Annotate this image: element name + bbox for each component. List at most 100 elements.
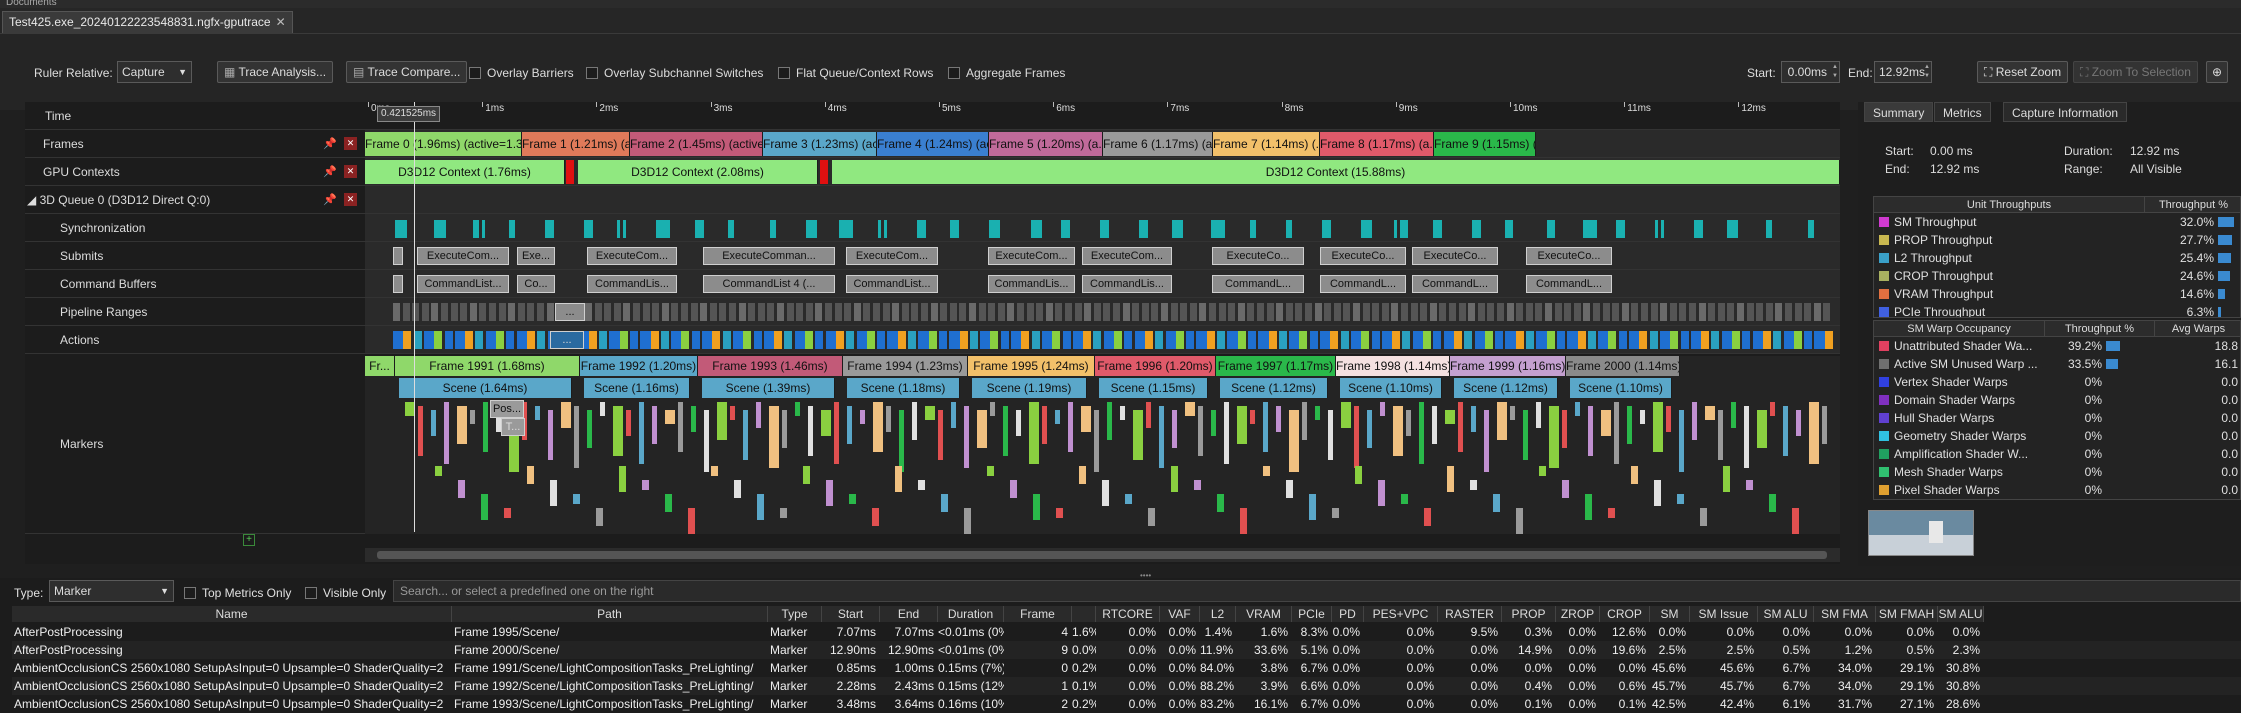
action-block[interactable] [403,331,412,349]
warp-row[interactable]: Mesh Shader Warps 0% 0.0 [1874,463,2240,481]
pipeline-range[interactable] [911,303,919,321]
warp-row[interactable]: Vertex Shader Warps 0% 0.0 [1874,373,2240,391]
marker-event-deep[interactable] [1125,494,1132,504]
pipeline-range[interactable] [1333,303,1341,321]
pipeline-range[interactable] [450,303,458,321]
pipeline-range[interactable] [1497,303,1504,321]
action-block[interactable] [1453,331,1462,349]
marker-event[interactable] [483,402,488,452]
action-block[interactable] [465,331,474,349]
pipeline-range[interactable] [1669,303,1677,321]
pipeline-range[interactable] [1391,303,1399,321]
pipeline-range[interactable] [1410,303,1418,321]
pipeline-range[interactable] [700,303,708,321]
submit-block[interactable]: ExecuteCo... [1412,247,1498,265]
marker-event[interactable] [418,406,423,456]
pipeline-range[interactable] [901,303,909,321]
trace-compare-button[interactable]: ▤ Trace Compare... [346,61,468,83]
marker-event[interactable] [1549,406,1559,468]
marker-event[interactable] [717,402,727,440]
context-segment[interactable]: D3D12 Context (1.76ms) [365,160,565,184]
marker-frame[interactable]: Frame 1994 (1.23ms) [843,356,968,376]
pipeline-range[interactable] [1717,303,1725,321]
marker-event[interactable] [1328,410,1333,460]
action-block[interactable] [1340,331,1349,349]
sync-tick[interactable] [1328,220,1331,238]
column-header[interactable]: Duration [938,606,1004,622]
submit-block[interactable]: ExecuteCom... [417,247,509,265]
action-block[interactable] [537,331,546,349]
column-header[interactable]: Type [768,606,822,622]
marker-event[interactable] [1419,402,1424,464]
marker-event-deep[interactable] [1723,466,1730,492]
marker-event[interactable] [1159,406,1164,468]
submit-block[interactable]: ExecuteComman... [703,247,835,265]
marker-event[interactable] [1705,406,1715,420]
marker-event[interactable] [1211,410,1216,436]
action-block[interactable] [1433,331,1442,349]
pipeline-range[interactable] [652,303,660,321]
pipeline-range[interactable] [1429,303,1437,321]
marker-event[interactable] [1276,406,1281,432]
queue-track[interactable] [365,186,1840,214]
sync-tick[interactable] [878,220,881,238]
pipeline-range[interactable] [767,303,775,321]
sync-tick[interactable] [404,220,407,238]
spinner-icon[interactable]: ▲ ▼ [1920,63,1930,81]
pipeline-range[interactable] [1823,303,1831,321]
pipeline-range[interactable] [949,303,957,321]
marker-event-deep[interactable] [1033,494,1040,520]
sync-tick[interactable] [512,220,515,238]
marker-event[interactable] [1003,406,1008,456]
marker-event-deep[interactable] [826,480,833,506]
t-marker[interactable]: T... [501,418,525,436]
tab-metrics[interactable]: Metrics [1934,102,1991,122]
pipeline-range[interactable] [1257,303,1264,321]
column-header[interactable] [1072,606,1096,622]
pipeline-range[interactable] [546,303,554,321]
marker-event-deep[interactable] [1516,508,1523,534]
marker-event[interactable] [1523,410,1528,460]
action-block[interactable] [475,331,484,349]
marker-event-deep[interactable] [734,480,741,498]
pipeline-range[interactable] [892,303,900,321]
pipeline-range[interactable] [1353,303,1360,321]
marker-event-deep[interactable] [757,494,764,520]
pipeline-range[interactable] [1247,303,1255,321]
pipeline-range[interactable] [1679,303,1687,321]
pipeline-range[interactable] [1458,303,1466,321]
marker-event[interactable] [1809,402,1819,464]
sync-tick[interactable] [1550,220,1553,238]
pipeline-range[interactable] [690,303,698,321]
sync-tick[interactable] [1400,220,1408,238]
action-block[interactable] [1155,331,1164,349]
marker-event[interactable] [1536,402,1541,428]
action-block[interactable] [1742,331,1751,349]
pin-icon[interactable]: 📌 [323,194,337,206]
pipeline-range[interactable] [1746,303,1754,321]
column-header[interactable]: ZROP [1556,606,1600,622]
sync-tick[interactable] [1661,220,1664,238]
marker-event-deep[interactable] [1631,466,1638,484]
pipeline-range[interactable] [1554,303,1562,321]
sync-tick[interactable] [1394,220,1397,238]
frame-thumbnail[interactable] [1868,510,1974,556]
marker-event-deep[interactable] [918,480,925,490]
sync-tick[interactable] [482,220,485,238]
action-block[interactable] [506,331,515,349]
overlay-barriers-checkbox[interactable]: Overlay Barriers [469,62,574,84]
pipeline-range[interactable] [709,303,717,321]
pipeline-range[interactable] [1007,303,1015,321]
action-block[interactable] [1217,331,1225,349]
marker-event[interactable] [1770,402,1775,416]
marker-event-deep[interactable] [1447,466,1454,492]
action-block[interactable] [1515,331,1524,349]
warp-row[interactable]: Domain Shader Warps 0% 0.0 [1874,391,2240,409]
marker-frame[interactable]: Fr... [365,356,395,376]
action-block[interactable] [1618,331,1627,349]
marker-event-deep[interactable] [1056,508,1063,518]
sync-tick[interactable] [701,220,704,238]
sync-tick[interactable] [1733,220,1736,238]
column-header[interactable]: PROP [1502,606,1556,622]
marker-event[interactable] [574,406,579,468]
